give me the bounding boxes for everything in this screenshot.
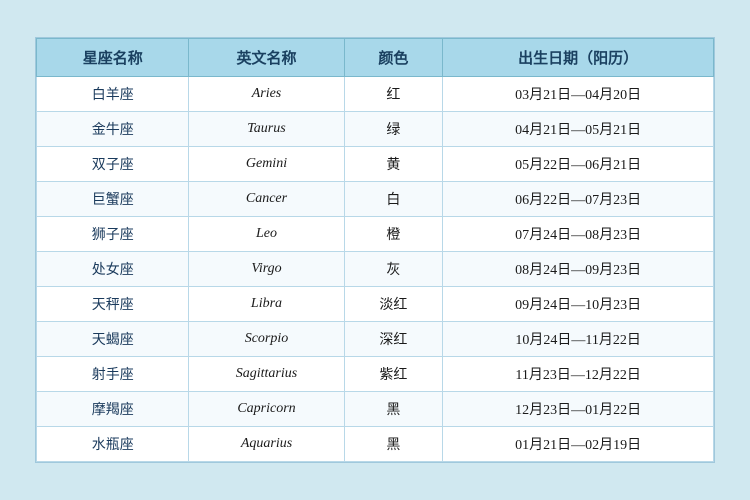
cell-dates: 06月22日—07月23日 [443,182,714,217]
cell-chinese-name: 天秤座 [37,287,189,322]
table-row: 摩羯座Capricorn黑12月23日—01月22日 [37,392,714,427]
cell-english-name: Aries [189,77,344,112]
cell-chinese-name: 白羊座 [37,77,189,112]
table-body: 白羊座Aries红03月21日—04月20日金牛座Taurus绿04月21日—0… [37,77,714,462]
cell-chinese-name: 水瓶座 [37,427,189,462]
cell-color: 紫红 [344,357,443,392]
cell-english-name: Scorpio [189,322,344,357]
cell-english-name: Taurus [189,112,344,147]
cell-dates: 11月23日—12月22日 [443,357,714,392]
cell-dates: 05月22日—06月21日 [443,147,714,182]
table-row: 天秤座Libra淡红09月24日—10月23日 [37,287,714,322]
col-header-dates: 出生日期（阳历） [443,39,714,77]
col-header-color: 颜色 [344,39,443,77]
table-row: 双子座Gemini黄05月22日—06月21日 [37,147,714,182]
cell-color: 绿 [344,112,443,147]
cell-english-name: Libra [189,287,344,322]
cell-english-name: Aquarius [189,427,344,462]
cell-color: 淡红 [344,287,443,322]
cell-dates: 12月23日—01月22日 [443,392,714,427]
table-row: 水瓶座Aquarius黑01月21日—02月19日 [37,427,714,462]
cell-color: 红 [344,77,443,112]
cell-color: 橙 [344,217,443,252]
cell-english-name: Leo [189,217,344,252]
zodiac-table: 星座名称 英文名称 颜色 出生日期（阳历） 白羊座Aries红03月21日—04… [36,38,714,462]
cell-chinese-name: 摩羯座 [37,392,189,427]
cell-dates: 09月24日—10月23日 [443,287,714,322]
cell-english-name: Cancer [189,182,344,217]
table-row: 射手座Sagittarius紫红11月23日—12月22日 [37,357,714,392]
cell-chinese-name: 射手座 [37,357,189,392]
table-row: 巨蟹座Cancer白06月22日—07月23日 [37,182,714,217]
cell-english-name: Gemini [189,147,344,182]
zodiac-table-container: 星座名称 英文名称 颜色 出生日期（阳历） 白羊座Aries红03月21日—04… [35,37,715,463]
cell-dates: 04月21日—05月21日 [443,112,714,147]
table-row: 处女座Virgo灰08月24日—09月23日 [37,252,714,287]
cell-chinese-name: 金牛座 [37,112,189,147]
cell-chinese-name: 双子座 [37,147,189,182]
cell-color: 黄 [344,147,443,182]
cell-chinese-name: 巨蟹座 [37,182,189,217]
cell-english-name: Virgo [189,252,344,287]
cell-color: 灰 [344,252,443,287]
table-row: 狮子座Leo橙07月24日—08月23日 [37,217,714,252]
cell-color: 黑 [344,392,443,427]
cell-dates: 07月24日—08月23日 [443,217,714,252]
cell-chinese-name: 处女座 [37,252,189,287]
cell-color: 深红 [344,322,443,357]
cell-chinese-name: 狮子座 [37,217,189,252]
cell-english-name: Sagittarius [189,357,344,392]
cell-chinese-name: 天蝎座 [37,322,189,357]
cell-dates: 03月21日—04月20日 [443,77,714,112]
cell-english-name: Capricorn [189,392,344,427]
col-header-english: 英文名称 [189,39,344,77]
cell-color: 黑 [344,427,443,462]
cell-dates: 01月21日—02月19日 [443,427,714,462]
col-header-chinese: 星座名称 [37,39,189,77]
table-row: 白羊座Aries红03月21日—04月20日 [37,77,714,112]
table-row: 天蝎座Scorpio深红10月24日—11月22日 [37,322,714,357]
cell-color: 白 [344,182,443,217]
cell-dates: 08月24日—09月23日 [443,252,714,287]
table-row: 金牛座Taurus绿04月21日—05月21日 [37,112,714,147]
table-header-row: 星座名称 英文名称 颜色 出生日期（阳历） [37,39,714,77]
cell-dates: 10月24日—11月22日 [443,322,714,357]
